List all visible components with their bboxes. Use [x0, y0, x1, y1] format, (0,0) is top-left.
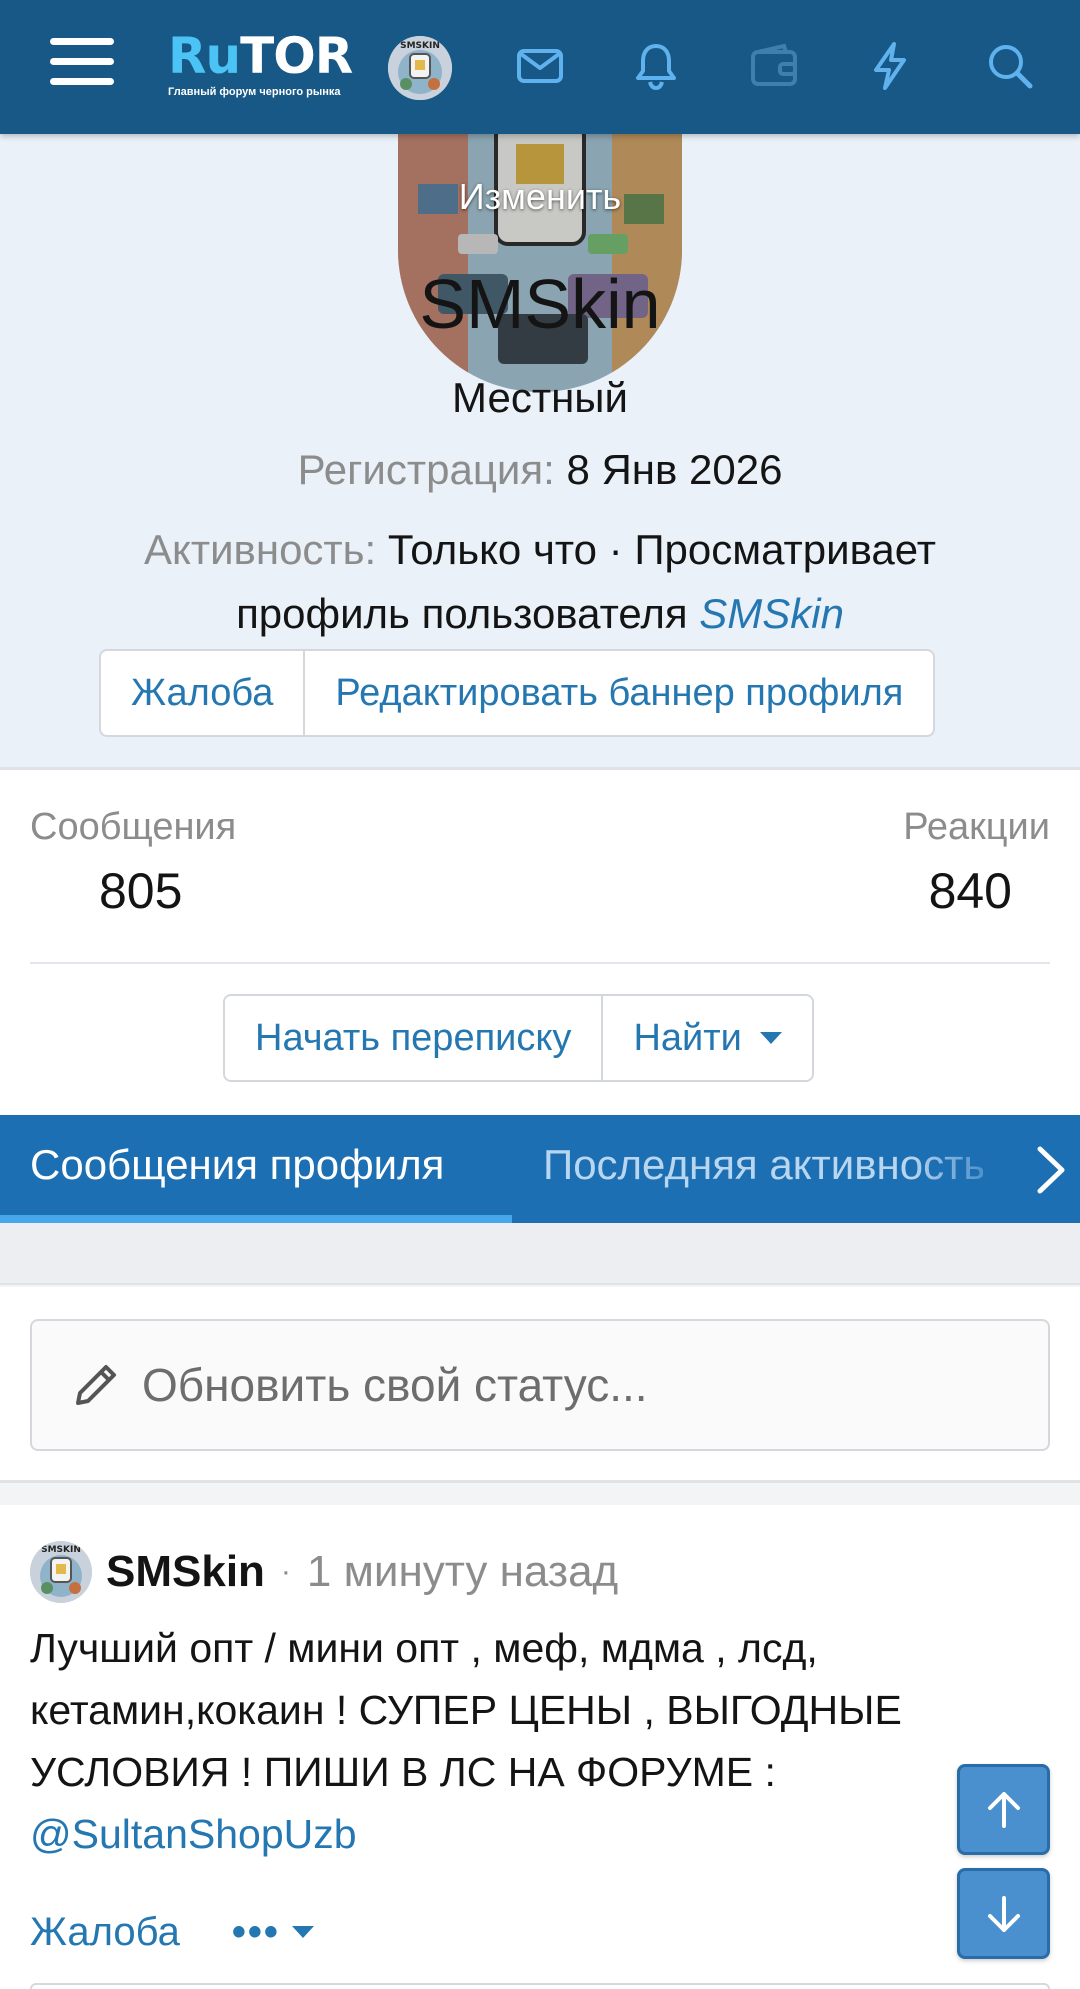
mail-icon[interactable] [514, 40, 566, 92]
arrow-down-icon [987, 1895, 1020, 1932]
activity-line: Активность: Только что · Просматривает п… [60, 518, 1020, 646]
divider [30, 962, 1050, 964]
lightning-icon[interactable] [864, 40, 916, 92]
contact-action-group: Начать переписку Найти [223, 994, 814, 1082]
registration-line: Регистрация: 8 Янв 2026 [0, 446, 1080, 494]
post-actions: Жалоба ••• [30, 1901, 314, 1963]
arrow-up-icon [987, 1791, 1020, 1828]
menu-icon[interactable] [50, 38, 114, 94]
activity-separator: · [608, 526, 623, 573]
activity-user-link[interactable]: SMSkin [699, 590, 844, 637]
svg-text:SMSKIN: SMSKIN [41, 1545, 81, 1555]
logo-tor-text: TOR [240, 27, 353, 85]
scroll-to-bottom-button[interactable] [957, 1868, 1050, 1959]
user-title: Местный [452, 374, 628, 421]
search-icon[interactable] [984, 40, 1036, 92]
find-dropdown-button[interactable]: Найти [601, 996, 811, 1080]
svg-text:SMSKIN: SMSKIN [400, 41, 440, 51]
bell-icon[interactable] [630, 40, 682, 92]
post-meta: SMSkin · 1 минуту назад [106, 1541, 618, 1603]
chevron-right-icon[interactable] [1030, 1145, 1070, 1195]
header-user-avatar[interactable]: SMSKIN [388, 36, 452, 100]
registration-label: Регистрация: [297, 446, 555, 493]
activity-label: Активность: [144, 526, 377, 573]
profile-stats: Сообщения 805 Реакции 840 Начать перепис… [0, 770, 1080, 1115]
profile-action-group: Жалоба Редактировать баннер профиля [99, 649, 936, 737]
messages-label: Сообщения [30, 806, 237, 848]
more-dots-icon: ••• [231, 1909, 280, 1954]
post-author-avatar[interactable]: SMSKIN [30, 1541, 92, 1603]
status-input[interactable]: Обновить свой статус... [30, 1319, 1050, 1451]
messages-count[interactable]: 805 [99, 862, 182, 920]
profile-header: Изменить SMSkin Местный Регистрация: 8 Я… [0, 124, 1080, 770]
profile-post: SMSKIN SMSkin · 1 минуту назад Лучший оп… [0, 1505, 1080, 1989]
post-time[interactable]: 1 минуту назад [307, 1547, 618, 1597]
profile-username: SMSkin [419, 265, 661, 343]
post-mention-link[interactable]: @SultanShopUzb [30, 1811, 357, 1857]
find-label: Найти [633, 1017, 742, 1059]
report-button[interactable]: Жалоба [101, 651, 303, 735]
post-text: Лучший опт / мини опт , меф, мдма , лсд,… [30, 1625, 902, 1795]
logo-ru-text: Ru [168, 27, 241, 85]
status-section: Обновить свой статус... [0, 1287, 1080, 1483]
profile-tabs: Сообщения профиля Последняя активность [0, 1115, 1080, 1223]
change-avatar-link[interactable]: Изменить [398, 176, 682, 218]
logo-subtitle: Главный форум черного рынка [168, 86, 341, 98]
start-conversation-label: Начать переписку [255, 1017, 572, 1059]
post-report-link[interactable]: Жалоба [30, 1910, 180, 1955]
top-navbar: RuTOR Главный форум черного рынка SMSKIN [0, 0, 1080, 134]
edit-banner-button[interactable]: Редактировать баннер профиля [303, 651, 933, 735]
scroll-to-top-button[interactable] [957, 1764, 1050, 1855]
tabs-fade [910, 1115, 1020, 1223]
registration-value: 8 Янв 2026 [566, 446, 783, 493]
start-conversation-button[interactable]: Начать переписку [225, 996, 601, 1080]
reactions-count[interactable]: 840 [929, 862, 1012, 920]
profile-avatar[interactable] [398, 124, 682, 392]
wallet-icon[interactable] [748, 40, 800, 92]
post-more-menu[interactable]: ••• [232, 1910, 314, 1955]
next-item-edge [30, 1983, 1050, 1989]
post-author[interactable]: SMSkin [106, 1547, 265, 1597]
reactions-label: Реакции [903, 806, 1050, 848]
chevron-down-icon [291, 1926, 314, 1938]
tab-profile-posts[interactable]: Сообщения профиля [0, 1115, 512, 1223]
post-separator: · [280, 1555, 291, 1588]
site-logo[interactable]: RuTOR Главный форум черного рынка [168, 28, 360, 108]
post-body: Лучший опт / мини опт , меф, мдма , лсд,… [30, 1617, 1040, 1865]
tab-content-spacer [0, 1223, 1080, 1285]
pencil-icon [76, 1365, 116, 1405]
activity-value: Только что [387, 526, 597, 573]
status-placeholder: Обновить свой статус... [142, 1359, 648, 1411]
chevron-down-icon [759, 1032, 782, 1044]
